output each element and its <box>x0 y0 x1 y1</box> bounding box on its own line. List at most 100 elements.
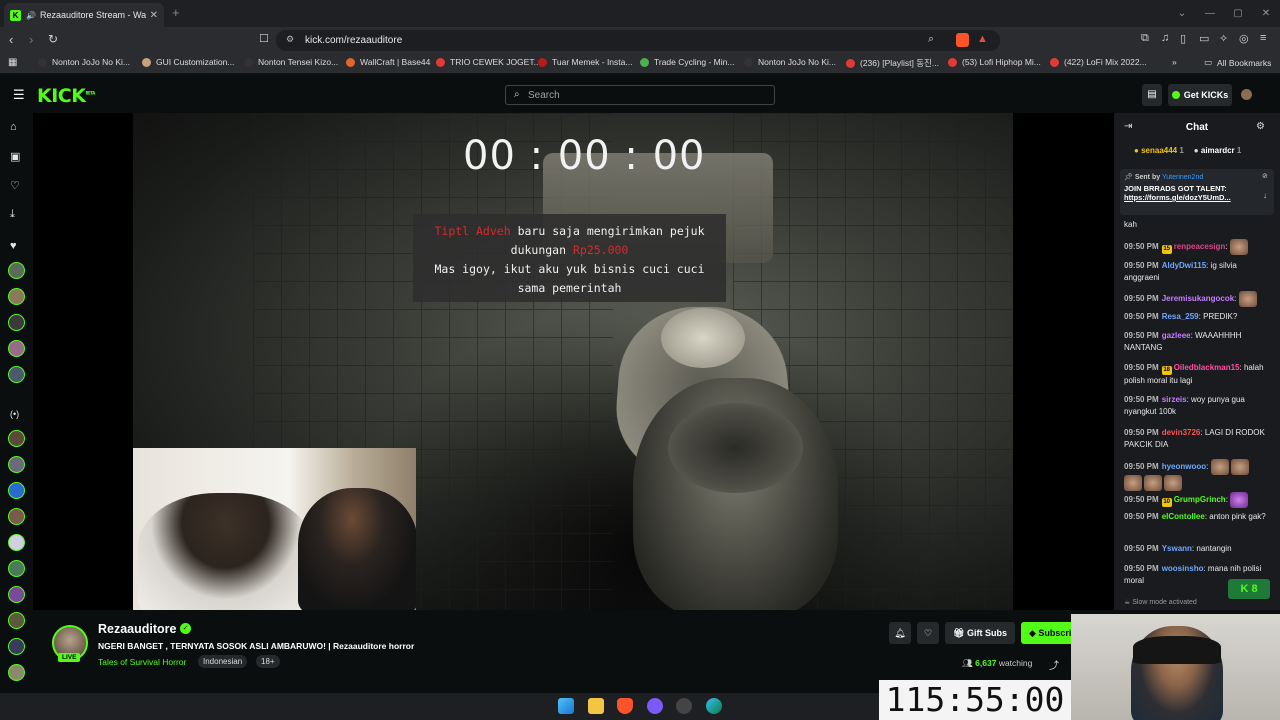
bookmark-item[interactable]: TRIO CEWEK JOGET... <box>436 57 541 67</box>
recommended-channel-avatar[interactable] <box>8 430 25 447</box>
top-gifters: ● senaa444 1 ● aimardcr 1 <box>1134 146 1241 155</box>
obs-icon[interactable] <box>676 698 692 714</box>
bookmark-item[interactable]: Trade Cycling - Min... <box>640 57 734 67</box>
followed-channel-avatar[interactable] <box>8 366 25 383</box>
alert-line-2: dukungan Rp25.000 <box>510 243 629 257</box>
channel-name[interactable]: Rezaauditore <box>98 622 177 636</box>
menu-icon[interactable]: ≡ <box>1260 32 1266 44</box>
stream-timer: 00 : 00 : 00 <box>463 133 706 179</box>
following-icon[interactable]: ♡ <box>10 179 20 192</box>
forward-icon[interactable]: › <box>29 32 33 47</box>
edge-icon[interactable] <box>706 698 722 714</box>
reload-icon[interactable]: ↻ <box>48 32 58 46</box>
wallet-button[interactable]: ▤ <box>1142 84 1162 106</box>
all-bookmarks[interactable]: ▭ All Bookmarks <box>1204 57 1271 68</box>
followed-channel-avatar[interactable] <box>8 340 25 357</box>
site-info-icon[interactable]: ⚙ <box>286 34 294 45</box>
facecam-overlay <box>1071 614 1280 720</box>
recommended-channel-avatar[interactable] <box>8 586 25 603</box>
gifter-item[interactable]: ● aimardcr 1 <box>1194 146 1242 155</box>
gifter-item[interactable]: ● senaa444 1 <box>1134 146 1184 155</box>
share-icon[interactable]: ⤴ <box>1049 657 1059 672</box>
search-icon: ⌕ <box>514 89 520 100</box>
bookmark-item[interactable]: Nonton JoJo No Ki... <box>38 57 130 67</box>
bookmark-item[interactable]: GUI Customization... <box>142 57 234 67</box>
maximize-icon[interactable]: ▢ <box>1224 0 1252 27</box>
get-kicks-button[interactable]: Get KICKs <box>1168 84 1232 106</box>
streamer-webcam <box>133 448 416 610</box>
bookmark-item[interactable]: (422) LoFi Mix 2022... <box>1050 57 1147 67</box>
heart-icon[interactable]: ♥ <box>10 240 17 252</box>
video-player[interactable]: 00 : 00 : 00 Tiptl Adveh baru saja mengi… <box>33 113 1114 610</box>
emote <box>1230 459 1249 475</box>
home-icon[interactable]: ⌂ <box>10 121 17 133</box>
chat-settings-icon[interactable]: ⚙ <box>1256 121 1265 132</box>
expand-icon[interactable]: ↓ <box>1263 191 1267 200</box>
bookmark-item[interactable]: (236) [Playlist] 동진... <box>846 57 939 69</box>
ai-icon[interactable]: ✧ <box>1219 32 1228 45</box>
bookmark-item[interactable]: (53) Lofi Hiphop Mi... <box>948 57 1041 67</box>
discord-icon[interactable] <box>647 698 663 714</box>
recommended-channel-avatar[interactable] <box>8 638 25 655</box>
pinned-message[interactable]: 📌︎ Sent by Yuterinen2nd JOIN BRRADS GOT … <box>1120 169 1274 215</box>
user-avatar[interactable] <box>1241 89 1252 100</box>
search-input[interactable]: ⌕ Search <box>505 85 775 105</box>
vpn-icon[interactable]: ◎ <box>1239 32 1249 45</box>
chat-message: 09:50 PM Jeremisukangocok: <box>1124 291 1274 307</box>
alert-line-3: Mas igoy, ikut aku yuk bisnis cuci cuci <box>434 262 705 276</box>
file-explorer-icon[interactable] <box>588 698 604 714</box>
wallet-icon[interactable]: ▭ <box>1199 32 1209 45</box>
start-menu-icon[interactable] <box>558 698 574 714</box>
bookmark-item[interactable]: WallCraft | Base44 <box>346 57 430 67</box>
followed-channel-avatar[interactable] <box>8 314 25 331</box>
extensions-icon[interactable]: ⧉ <box>1141 32 1149 45</box>
tag-age[interactable]: 18+ <box>256 655 280 668</box>
close-window-icon[interactable]: ✕ <box>1252 0 1280 27</box>
music-icon[interactable]: ♫ <box>1161 32 1169 44</box>
kick-logo[interactable]: KICKBETA <box>37 85 95 107</box>
recommended-channel-avatar[interactable] <box>8 560 25 577</box>
gift-subs-button[interactable]: 🎁︎ Gift Subs <box>945 622 1015 644</box>
recommended-channel-avatar[interactable] <box>8 456 25 473</box>
bookmark-item[interactable]: Tuar Memek - Insta... <box>538 57 632 67</box>
bookmark-icon[interactable]: ☐ <box>259 32 269 45</box>
recommended-channel-avatar[interactable] <box>8 612 25 629</box>
emote <box>1210 459 1229 475</box>
recommended-channel-avatar[interactable] <box>8 534 25 551</box>
followed-channel-avatar[interactable] <box>8 262 25 279</box>
unpin-icon[interactable]: ⊘ <box>1262 172 1268 180</box>
recommended-channel-avatar[interactable] <box>8 664 25 681</box>
live-icon[interactable]: (•) <box>10 409 19 419</box>
zoom-icon[interactable]: ⌕ <box>928 33 934 46</box>
follow-heart-icon[interactable]: ♡ <box>917 622 939 644</box>
stream-category[interactable]: Tales of Survival Horror <box>98 657 186 667</box>
recommended-channel-avatar[interactable] <box>8 508 25 525</box>
download-icon[interactable]: ⤓ <box>10 208 15 221</box>
minimize-icon[interactable]: — <box>1196 0 1224 27</box>
pinned-link[interactable]: https://forms.gle/dozY5UmD... <box>1124 193 1270 202</box>
brave-browser-icon[interactable] <box>617 698 633 714</box>
apps-icon[interactable]: ▦ <box>8 57 17 68</box>
address-bar[interactable]: ⚙ kick.com/rezaauditore ⌕ ▲ <box>276 30 1000 51</box>
rewards-icon[interactable]: ▲ <box>977 33 988 45</box>
bookmark-item[interactable]: Nonton JoJo No Ki... <box>744 57 836 67</box>
tab-search-icon[interactable]: ⌄ <box>1168 0 1196 27</box>
brave-shield-icon[interactable] <box>956 33 969 47</box>
url-text: kick.com/rezaauditore <box>305 35 403 46</box>
tag-language[interactable]: Indonesian <box>198 655 248 668</box>
followed-channel-avatar[interactable] <box>8 288 25 305</box>
more-bookmarks-icon[interactable]: » <box>1172 57 1177 67</box>
notification-bell-icon[interactable]: 🔔︎ <box>889 622 911 644</box>
sidebar-icon[interactable]: ▯ <box>1180 32 1186 45</box>
hamburger-menu-icon[interactable]: ☰ <box>13 87 25 103</box>
browse-icon[interactable]: ▣ <box>10 150 20 163</box>
tab-close-icon[interactable]: ✕ <box>150 10 158 21</box>
kicks-counter[interactable]: K 8 <box>1228 579 1270 599</box>
back-icon[interactable]: ‹ <box>9 32 13 47</box>
browser-tab[interactable]: K 🔊 Rezaauditore Stream - Watch ✕ <box>4 3 164 27</box>
bookmark-item[interactable]: Nonton Tensei Kizo... <box>244 57 338 67</box>
new-tab-button[interactable]: + <box>172 5 180 20</box>
recommended-channel-avatar[interactable] <box>8 482 25 499</box>
browser-tab-bar: K 🔊 Rezaauditore Stream - Watch ✕ + ⌄ — … <box>0 0 1280 27</box>
pinned-header: 📌︎ Sent by Yuterinen2nd <box>1124 174 1204 181</box>
